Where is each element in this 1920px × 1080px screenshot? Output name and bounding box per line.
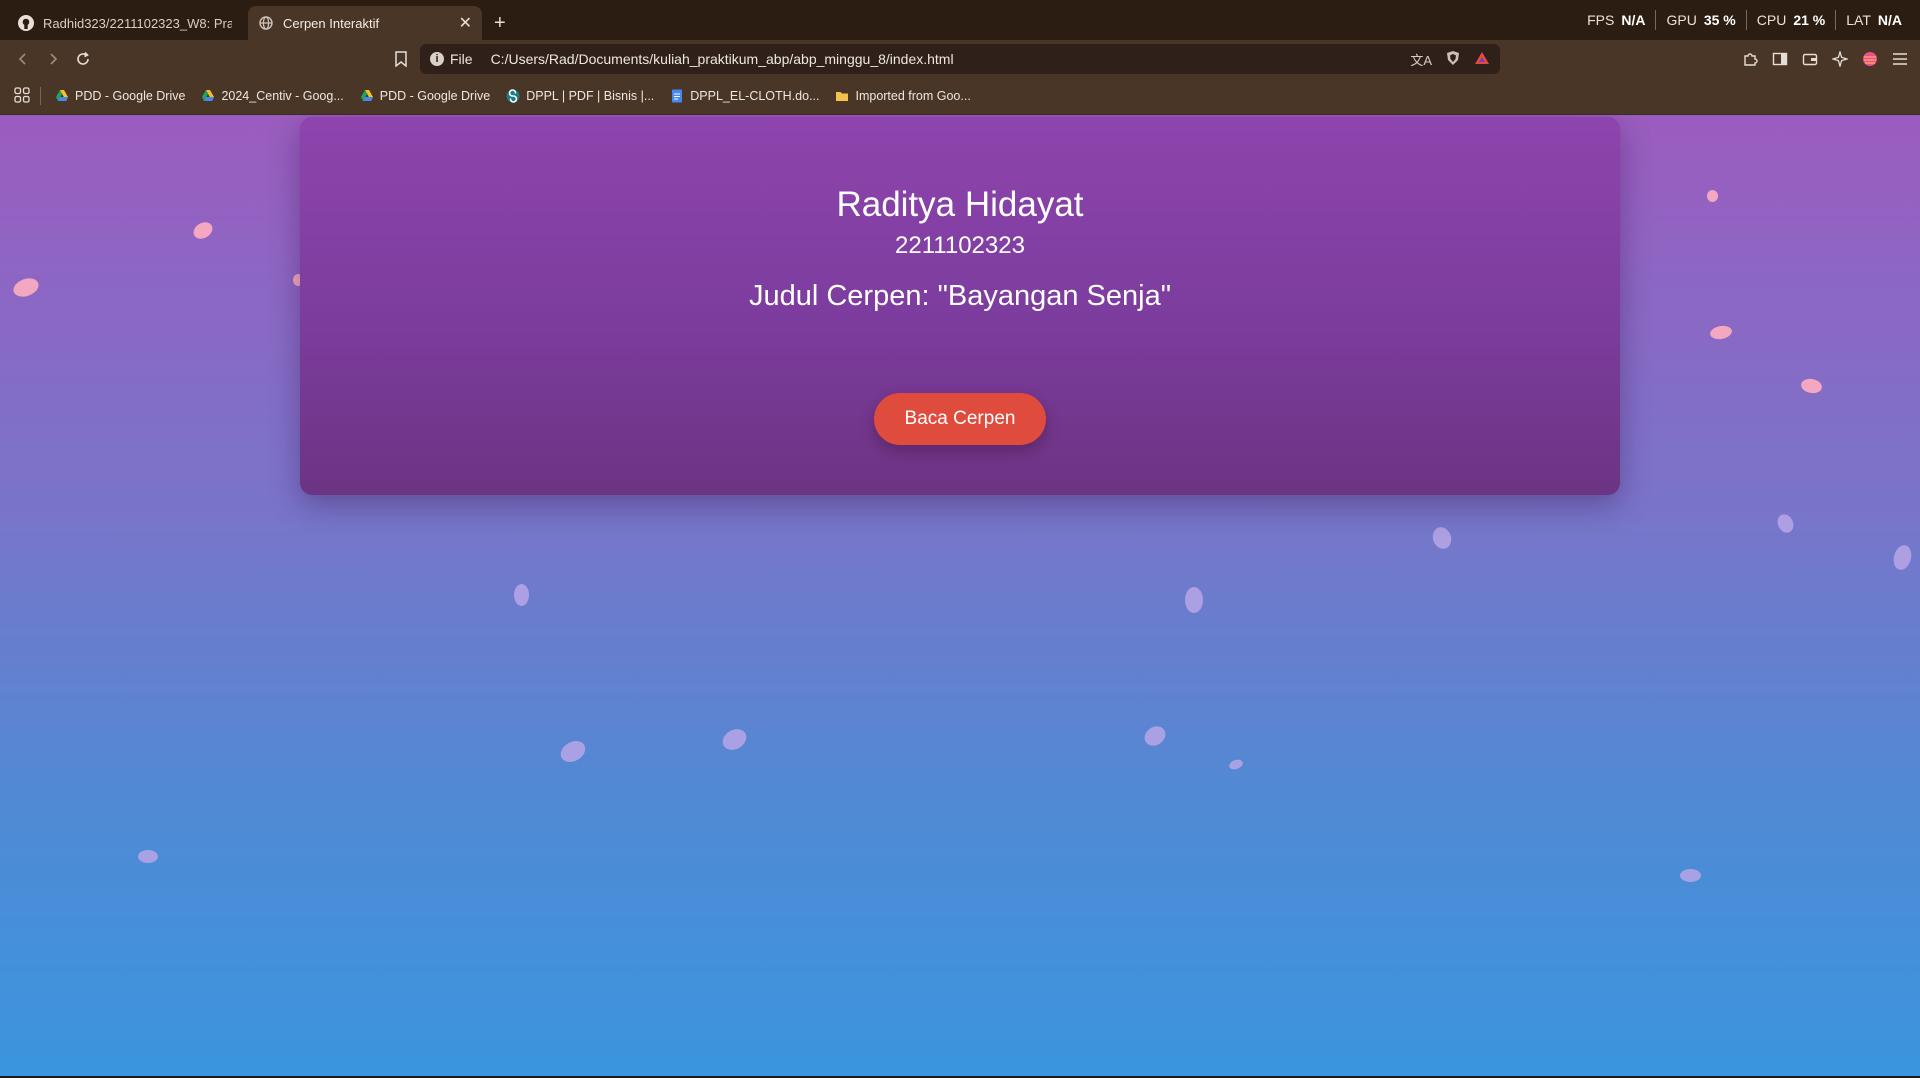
petal-decoration	[1891, 543, 1914, 572]
fps-label: FPS	[1587, 12, 1615, 28]
lat-value: N/A	[1877, 12, 1902, 28]
vpn-icon[interactable]	[1860, 44, 1880, 74]
tab-bar: Radhid323/2211102323_W8: Praktikum Cerpe…	[0, 0, 1920, 40]
bookmark-label: Imported from Goo...	[855, 89, 971, 103]
forward-button[interactable]	[38, 44, 68, 74]
petal-decoration	[718, 725, 751, 754]
globe-icon	[258, 15, 274, 31]
bookmark-label: DPPL | PDF | Bisnis |...	[526, 89, 655, 103]
bookmark-item[interactable]: 2024_Centiv - Goog...	[201, 89, 344, 103]
petal-decoration	[190, 219, 216, 242]
arrow-left-icon	[18, 53, 26, 65]
bookmark-icon	[395, 51, 407, 67]
wallet-icon[interactable]	[1800, 44, 1820, 74]
google-drive-icon	[202, 90, 215, 101]
leo-ai-icon[interactable]	[1830, 44, 1850, 74]
petal-decoration	[1709, 324, 1733, 341]
browser-chrome: Radhid323/2211102323_W8: Praktikum Cerpe…	[0, 0, 1920, 115]
petal-decoration	[1140, 722, 1170, 750]
bookmark-item[interactable]: PDD - Google Drive	[360, 89, 490, 103]
github-icon	[18, 15, 34, 31]
page-content: Raditya Hidayat 2211102323 Judul Cerpen:…	[0, 115, 1920, 1078]
petal-decoration	[10, 275, 42, 300]
tab-title: Radhid323/2211102323_W8: Praktikum	[43, 15, 232, 31]
bookmark-folder[interactable]: Imported from Goo...	[835, 89, 971, 103]
cpu-label: CPU	[1756, 12, 1787, 28]
address-actions: 文A	[1410, 50, 1490, 69]
brave-shields-icon[interactable]	[1446, 50, 1460, 69]
petal-decoration	[514, 584, 529, 606]
google-drive-icon	[56, 90, 68, 101]
tab-github[interactable]: Radhid323/2211102323_W8: Praktikum	[8, 6, 242, 40]
page-bottom-edge	[0, 1076, 1920, 1078]
student-id: 2211102323	[895, 232, 1025, 259]
toolbar-right-actions	[1740, 44, 1910, 74]
bookmark-item[interactable]: DPPL_EL-CLOTH.do...	[670, 89, 819, 103]
apps-grid-icon[interactable]	[14, 86, 30, 106]
new-tab-button[interactable]: +	[488, 6, 512, 40]
menu-icon[interactable]	[1890, 44, 1910, 74]
back-button[interactable]	[8, 44, 38, 74]
petal-decoration	[1227, 757, 1245, 772]
bookmark-page-button[interactable]	[386, 44, 416, 74]
url-text[interactable]: C:/Users/Rad/Documents/kuliah_praktikum_…	[491, 51, 1411, 67]
gpu-metric: GPU 35 %	[1656, 10, 1747, 30]
folder-icon	[836, 92, 849, 101]
tab-title: Cerpen Interaktif	[283, 15, 380, 31]
reload-icon	[77, 51, 89, 65]
gpu-label: GPU	[1666, 12, 1697, 28]
sidebar-icon[interactable]	[1770, 44, 1790, 74]
cpu-value: 21 %	[1793, 12, 1826, 28]
google-drive-icon	[360, 90, 373, 101]
close-icon[interactable]: ✕	[459, 13, 472, 33]
extensions-icon[interactable]	[1740, 44, 1760, 74]
bookmark-label: PDD - Google Drive	[75, 89, 186, 103]
petal-decoration	[1680, 869, 1701, 882]
bookmark-item[interactable]: PDD - Google Drive	[55, 89, 185, 103]
google-docs-icon	[672, 89, 683, 103]
reload-button[interactable]	[68, 44, 98, 74]
address-bar[interactable]: i File C:/Users/Rad/Documents/kuliah_pra…	[420, 44, 1500, 74]
bookmark-label: 2024_Centiv - Goog...	[221, 89, 344, 103]
gpu-value: 35 %	[1703, 12, 1736, 28]
petal-decoration	[138, 850, 158, 863]
bookmark-label: DPPL_EL-CLOTH.do...	[690, 89, 820, 103]
tab-cerpen-interaktif[interactable]: Cerpen Interaktif ✕	[248, 6, 482, 40]
arrow-right-icon	[50, 53, 58, 65]
lat-metric: LAT N/A	[1836, 10, 1906, 30]
petal-decoration	[1799, 377, 1824, 395]
story-title: Judul Cerpen: "Bayangan Senja"	[748, 280, 1172, 312]
bookmark-item[interactable]: DPPL | PDF | Bisnis |...	[506, 89, 654, 103]
author-name: Raditya Hidayat	[836, 185, 1084, 224]
scheme-label: File	[450, 51, 473, 67]
petal-decoration	[1185, 587, 1203, 613]
cpu-metric: CPU 21 %	[1747, 10, 1837, 30]
fps-value: N/A	[1621, 12, 1646, 28]
bookmark-label: PDD - Google Drive	[379, 89, 491, 103]
read-story-button[interactable]: Baca Cerpen	[874, 393, 1046, 445]
performance-overlay: FPS N/A GPU 35 % CPU 21 % LAT N/A	[1577, 0, 1906, 40]
fps-metric: FPS N/A	[1577, 10, 1657, 30]
scribd-icon	[506, 89, 520, 103]
petal-decoration	[1429, 524, 1455, 552]
navigation-toolbar: i File C:/Users/Rad/Documents/kuliah_pra…	[0, 40, 1920, 78]
story-card: Raditya Hidayat 2211102323 Judul Cerpen:…	[300, 117, 1620, 495]
petal-decoration	[1774, 511, 1797, 536]
lat-label: LAT	[1846, 12, 1871, 28]
petal-decoration	[556, 736, 590, 767]
bookmarks-divider	[40, 87, 41, 105]
info-icon[interactable]: i	[430, 52, 444, 66]
bookmarks-bar: PDD - Google Drive 2024_Centiv - Goog...…	[0, 78, 1920, 115]
translate-icon[interactable]: 文A	[1410, 50, 1432, 69]
brave-rewards-icon[interactable]	[1474, 51, 1490, 68]
petal-decoration	[1707, 190, 1718, 202]
